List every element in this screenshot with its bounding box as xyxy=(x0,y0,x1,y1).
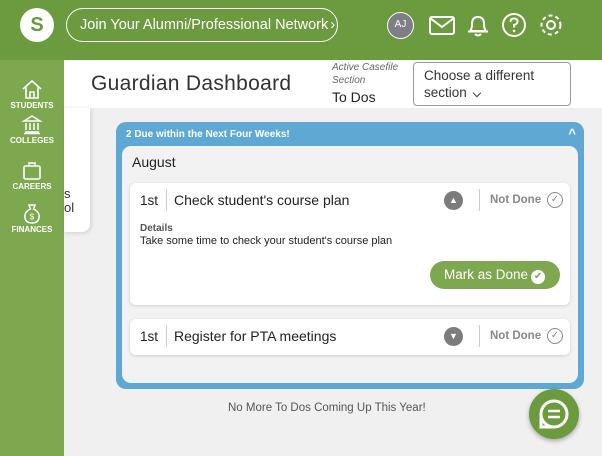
home-icon xyxy=(22,79,42,99)
section-select[interactable]: Choose a different section ⌵ xyxy=(413,62,571,106)
briefcase-icon xyxy=(23,162,41,180)
divider xyxy=(479,189,480,211)
month-heading: August xyxy=(132,154,176,170)
help-icon[interactable] xyxy=(499,10,529,40)
task-date: 1st xyxy=(140,193,159,208)
sidebar: STUDENTS COLLEGES CAREERS $ FINANCES xyxy=(0,60,64,456)
task-details: Details Take some time to check your stu… xyxy=(140,223,392,247)
task-title: Check student's course plan xyxy=(174,192,350,208)
money-bag-icon: $ xyxy=(24,204,40,224)
collapse-toggle-icon[interactable]: ▲ xyxy=(444,191,463,210)
task-card: 1st Register for PTA meetings ▼ Not Done… xyxy=(130,319,570,355)
avatar[interactable]: AJ xyxy=(387,12,414,39)
main-content: s ol 2 Due within the Next Four Weeks! ^… xyxy=(64,108,602,456)
task-card: 1st Check student's course plan ▲ Not Do… xyxy=(130,183,570,305)
chevron-down-icon: ⌵ xyxy=(472,88,482,100)
gear-icon[interactable] xyxy=(536,10,566,40)
mark-as-done-button[interactable]: Mark as Done ✔ xyxy=(430,261,560,289)
sidebar-item-label: FINANCES xyxy=(11,225,53,234)
chat-button[interactable] xyxy=(529,389,579,439)
details-text: Take some time to check your student's c… xyxy=(140,235,393,247)
divider xyxy=(166,325,167,347)
todo-list: August 1st Check student's course plan ▲… xyxy=(122,146,578,383)
sidebar-item-label: STUDENTS xyxy=(10,101,54,110)
divider xyxy=(166,189,167,211)
app-logo[interactable]: S xyxy=(20,8,54,42)
todo-panel: 2 Due within the Next Four Weeks! ^ Augu… xyxy=(116,122,584,389)
check-circle-icon[interactable]: ✓ xyxy=(547,328,563,344)
join-network-button[interactable]: Join Your Alumni/Professional Network › xyxy=(66,8,338,42)
casefile-value: To Dos xyxy=(332,89,376,105)
task-status: Not Done xyxy=(490,194,542,206)
sidebar-item-students[interactable]: STUDENTS xyxy=(0,78,64,110)
collapse-icon[interactable]: ^ xyxy=(568,126,576,141)
mark-as-done-label: Mark as Done xyxy=(444,267,529,282)
college-icon xyxy=(21,115,43,135)
section-select-line1: Choose a different xyxy=(424,68,535,83)
active-casefile-section: Active Casefile Section To Dos xyxy=(332,62,398,105)
sidebar-item-label: CAREERS xyxy=(12,182,52,191)
casefile-label: Active Casefile xyxy=(332,62,399,73)
task-title: Register for PTA meetings xyxy=(174,328,337,344)
page-header: Guardian Dashboard Active Casefile Secti… xyxy=(64,60,602,108)
chevron-right-icon: › xyxy=(330,16,336,33)
bell-icon[interactable] xyxy=(463,10,493,40)
expand-toggle-icon[interactable]: ▼ xyxy=(444,327,463,346)
page-title: Guardian Dashboard xyxy=(91,72,292,95)
background-card-text: s xyxy=(64,186,71,201)
chat-icon xyxy=(539,399,569,429)
casefile-section-label: Section xyxy=(332,75,366,86)
todo-heading: 2 Due within the Next Four Weeks! xyxy=(126,129,290,140)
section-select-line2: section xyxy=(424,85,467,100)
sidebar-item-careers[interactable]: CAREERS xyxy=(0,159,64,191)
divider xyxy=(479,325,480,347)
task-date: 1st xyxy=(140,329,159,344)
check-circle-icon[interactable]: ✓ xyxy=(547,192,563,208)
sidebar-item-colleges[interactable]: COLLEGES xyxy=(0,113,64,145)
task-status: Not Done xyxy=(490,330,542,342)
check-icon: ✔ xyxy=(531,270,546,284)
sidebar-item-label: COLLEGES xyxy=(9,136,54,145)
task-row[interactable]: 1st Check student's course plan ▲ Not Do… xyxy=(130,183,570,219)
footer-message: No More To Dos Coming Up This Year! xyxy=(228,402,426,414)
mail-icon[interactable] xyxy=(427,10,457,40)
task-row[interactable]: 1st Register for PTA meetings ▼ Not Done… xyxy=(130,319,570,355)
background-card-text: ol xyxy=(64,200,75,215)
join-network-label: Join Your Alumni/Professional Network xyxy=(80,17,329,33)
details-label: Details xyxy=(140,223,173,234)
sidebar-item-finances[interactable]: $ FINANCES xyxy=(0,202,64,234)
svg-text:$: $ xyxy=(30,213,35,222)
top-bar: S Join Your Alumni/Professional Network ›… xyxy=(0,0,602,60)
